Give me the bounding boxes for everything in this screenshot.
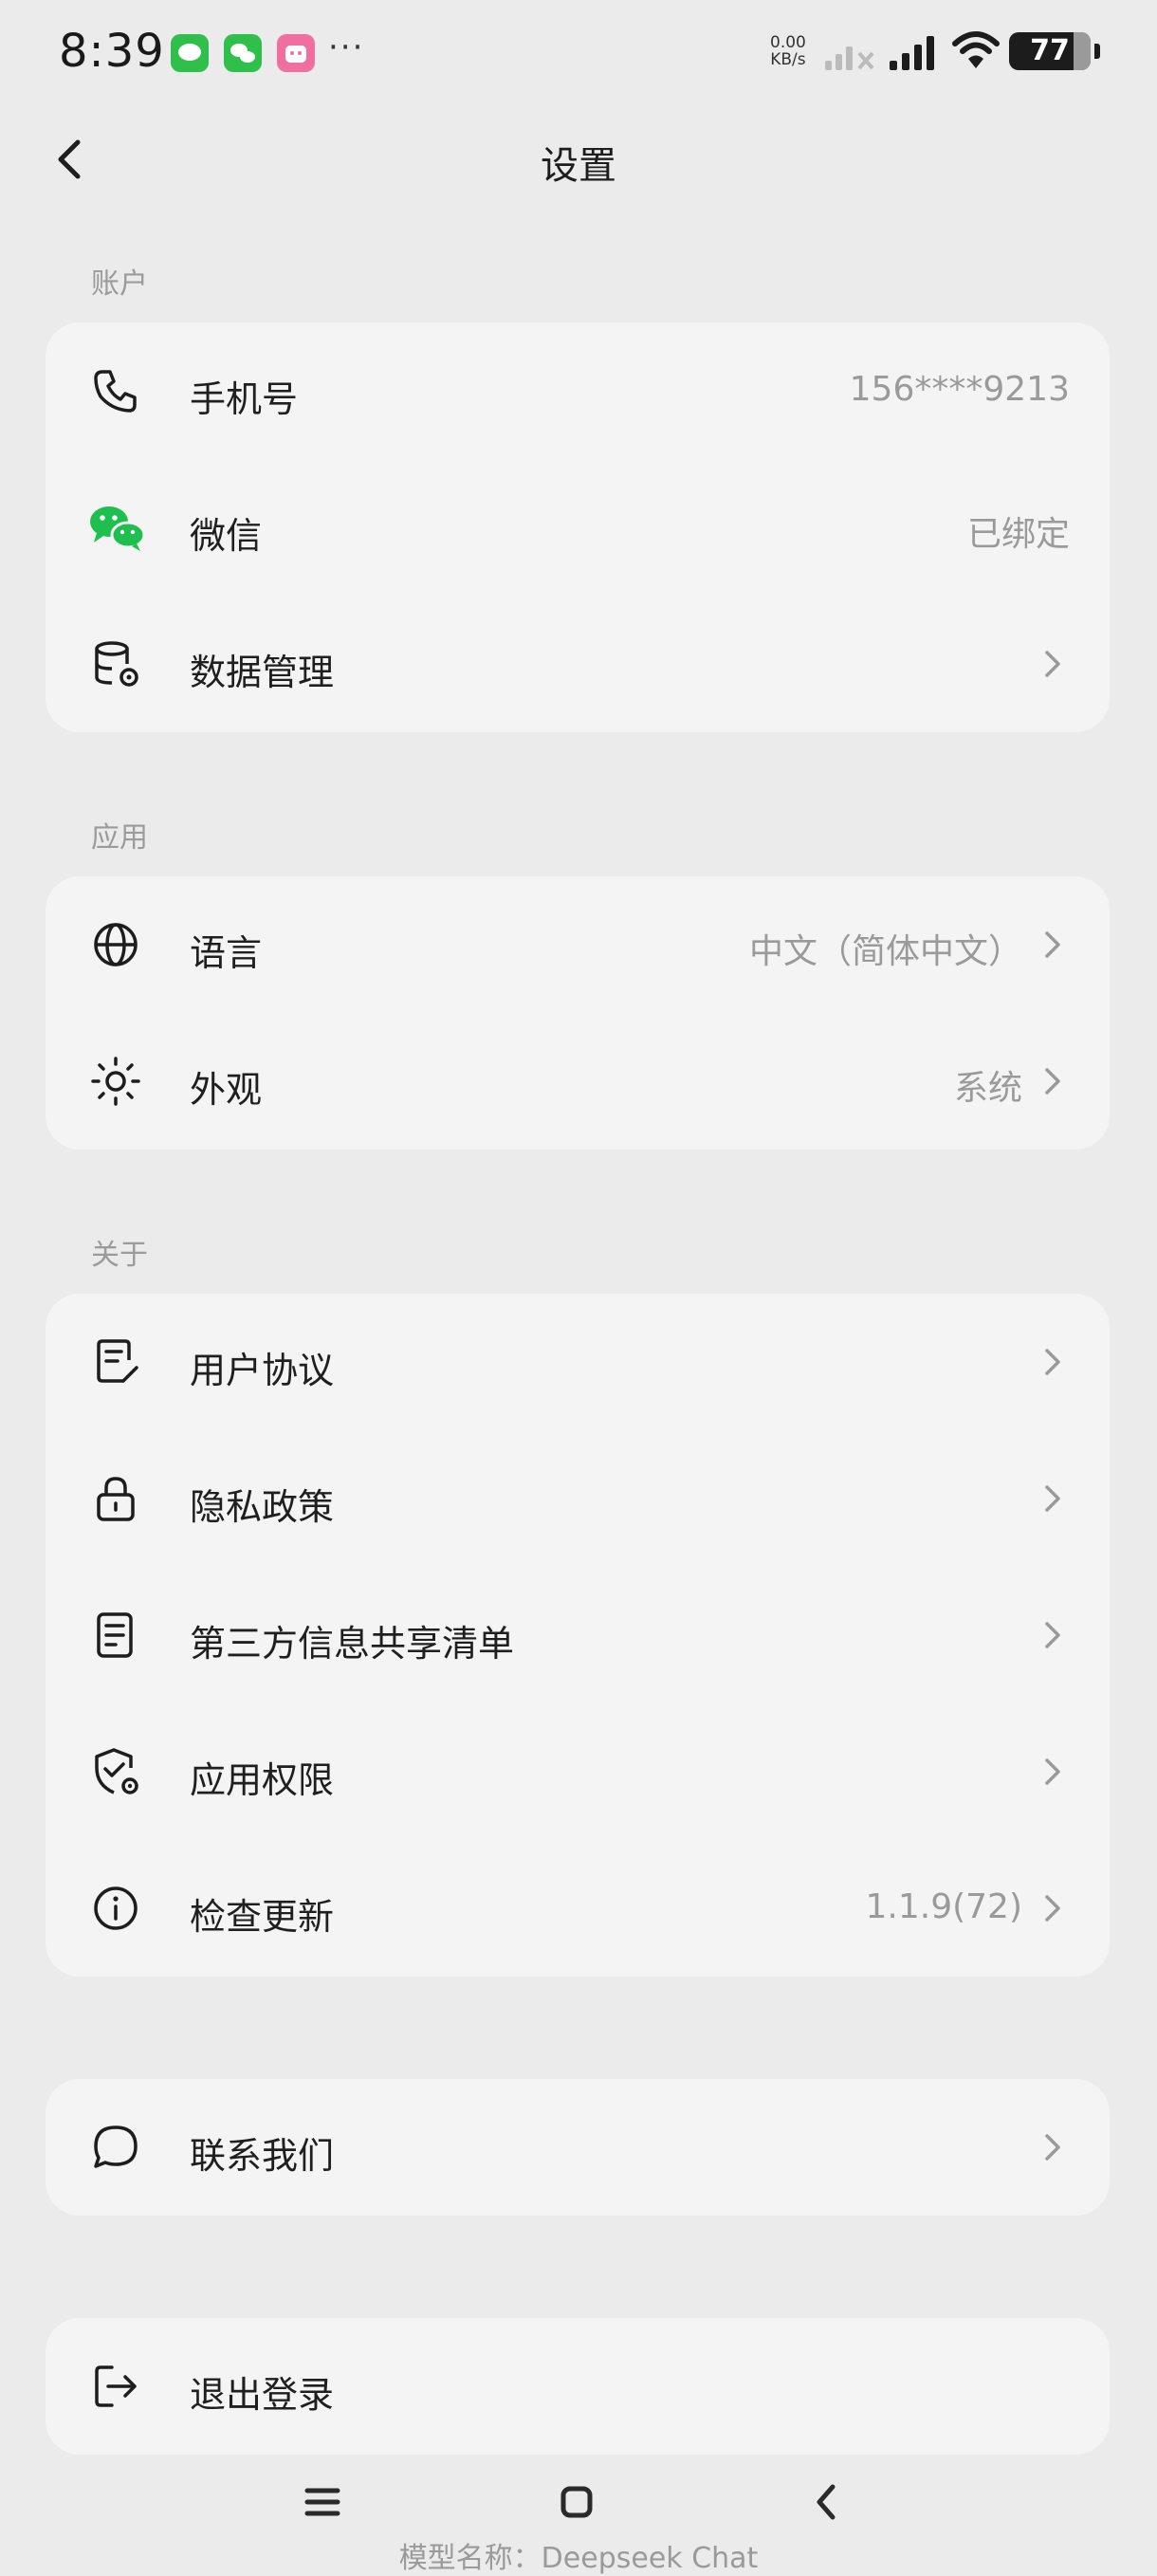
chevron-right-icon <box>1045 1622 1060 1648</box>
third-party-sharing-label: 第三方信息共享清单 <box>190 1623 515 1665</box>
system-back-icon[interactable] <box>808 2483 846 2521</box>
info-icon <box>89 1882 142 1935</box>
section-label-app: 应用 <box>91 821 148 855</box>
sun-icon <box>89 1055 142 1108</box>
chevron-right-icon <box>1045 1068 1060 1095</box>
third-party-sharing-row[interactable]: 第三方信息共享清单 <box>46 1567 1110 1703</box>
more-notifications-icon: ··· <box>328 28 365 66</box>
language-label: 语言 <box>190 932 263 974</box>
wechat-value: 已绑定 <box>966 515 1070 554</box>
sim2-signal-icon <box>825 46 874 70</box>
battery-icon: 77 <box>1009 32 1100 70</box>
phone-row[interactable]: 手机号 156****9213 <box>46 322 1110 459</box>
sim1-signal-icon <box>890 36 934 70</box>
list-document-icon <box>89 1609 142 1662</box>
system-nav-bar <box>0 2466 1157 2542</box>
document-edit-icon <box>89 1335 142 1389</box>
contact-us-row[interactable]: 联系我们 <box>46 2079 1110 2216</box>
app-permissions-row[interactable]: 应用权限 <box>46 1703 1110 1840</box>
wechat-row[interactable]: 微信 已绑定 <box>46 459 1110 596</box>
model-name-footer: 模型名称：Deepseek Chat <box>398 2542 759 2575</box>
network-speed: 0.00 KB/s <box>770 33 806 69</box>
wechat-notification-icon <box>224 34 262 72</box>
language-row[interactable]: 语言 中文（简体中文） <box>46 876 1110 1013</box>
account-card: 手机号 156****9213 微信 已绑定 数据管理 <box>46 322 1110 732</box>
app-notification-icon <box>277 34 315 72</box>
lock-icon <box>89 1472 142 1525</box>
shield-settings-icon <box>89 1745 142 1798</box>
home-icon[interactable] <box>558 2483 596 2521</box>
chevron-right-icon <box>1045 931 1060 958</box>
logout-icon <box>89 2360 142 2413</box>
language-value: 中文（简体中文） <box>748 932 1022 971</box>
app-card: 语言 中文（简体中文） 外观 系统 <box>46 876 1110 1150</box>
data-management-label: 数据管理 <box>190 652 335 693</box>
section-label-account: 账户 <box>91 267 148 301</box>
phone-icon <box>89 364 142 417</box>
logout-label: 退出登录 <box>190 2374 335 2416</box>
contact-card: 联系我们 <box>46 2079 1110 2216</box>
messages-notification-icon <box>171 34 209 72</box>
appearance-row[interactable]: 外观 系统 <box>46 1013 1110 1150</box>
chevron-right-icon <box>1045 1349 1060 1375</box>
chevron-right-icon <box>1045 1758 1060 1785</box>
version-value: 1.1.9(72) <box>865 1887 1023 1926</box>
wifi-icon <box>952 31 1000 68</box>
check-update-label: 检查更新 <box>190 1896 335 1938</box>
wechat-label: 微信 <box>190 515 263 557</box>
chat-bubble-icon <box>89 2121 142 2174</box>
chevron-right-icon <box>1045 1485 1060 1512</box>
privacy-policy-row[interactable]: 隐私政策 <box>46 1430 1110 1567</box>
wechat-icon <box>87 501 148 554</box>
about-card: 用户协议 隐私政策 第三方信息共享清单 应用权限 检查更新 1.1.9(72) <box>46 1294 1110 1977</box>
phone-value: 156****9213 <box>849 370 1070 409</box>
contact-us-label: 联系我们 <box>190 2135 335 2177</box>
user-agreement-label: 用户协议 <box>190 1350 335 1391</box>
status-bar: 8:39 ··· 0.00 KB/s 77 <box>0 0 1157 104</box>
database-settings-icon <box>89 637 142 690</box>
app-permissions-label: 应用权限 <box>190 1759 335 1801</box>
header: 设置 <box>0 123 1157 199</box>
logout-card: 退出登录 <box>46 2318 1110 2455</box>
logout-row[interactable]: 退出登录 <box>46 2318 1110 2455</box>
section-label-about: 关于 <box>91 1239 148 1272</box>
appearance-label: 外观 <box>190 1069 263 1111</box>
status-time: 8:39 <box>59 25 165 78</box>
phone-label: 手机号 <box>190 378 299 420</box>
page-title: 设置 <box>541 144 616 188</box>
chevron-right-icon <box>1045 1895 1060 1922</box>
check-update-row[interactable]: 检查更新 1.1.9(72) <box>46 1840 1110 1977</box>
appearance-value: 系统 <box>953 1069 1022 1108</box>
chevron-right-icon <box>1045 651 1060 677</box>
privacy-policy-label: 隐私政策 <box>190 1486 335 1528</box>
data-management-row[interactable]: 数据管理 <box>46 596 1110 732</box>
globe-icon <box>89 918 142 971</box>
user-agreement-row[interactable]: 用户协议 <box>46 1294 1110 1430</box>
chevron-right-icon <box>1045 2134 1060 2161</box>
recent-apps-icon[interactable] <box>303 2483 341 2521</box>
